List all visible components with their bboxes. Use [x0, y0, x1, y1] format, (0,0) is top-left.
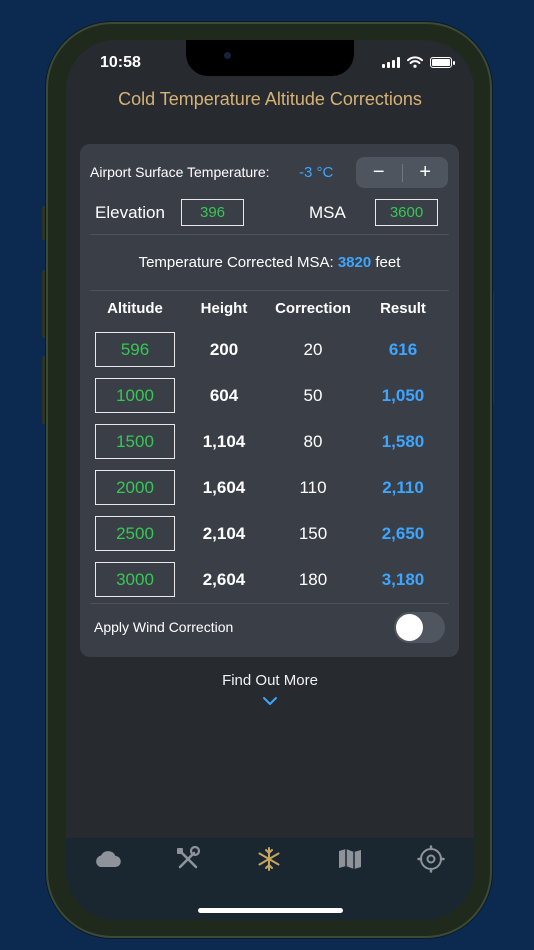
table-row: 2000 1,604 110 2,110 — [80, 470, 459, 505]
height-cell: 1,604 — [202, 478, 246, 497]
wifi-icon — [407, 56, 423, 68]
camera-notch — [186, 40, 354, 76]
battery-icon — [430, 56, 455, 68]
cloud-icon — [96, 851, 121, 868]
chevron-down-icon[interactable] — [262, 695, 278, 707]
find-out-more-link[interactable]: Find Out More — [66, 672, 474, 689]
column-header-height: Height — [200, 300, 248, 317]
corrected-msa-value: 3820 — [337, 254, 372, 271]
snowflake-icon — [258, 847, 280, 871]
cellular-signal-icon — [382, 56, 400, 68]
divider — [90, 234, 449, 235]
tab-weather[interactable] — [87, 842, 127, 876]
table-row: 1000 604 50 1,050 — [80, 378, 459, 413]
elevation-label: Elevation — [95, 203, 165, 222]
result-cell: 3,180 — [381, 570, 425, 589]
altitude-input[interactable]: 596 — [95, 332, 175, 367]
table-row: 2500 2,104 150 2,650 — [80, 516, 459, 551]
increment-button[interactable]: + — [403, 157, 449, 188]
page-title: Cold Temperature Altitude Corrections — [118, 89, 422, 109]
settings-gear-icon — [417, 845, 445, 873]
tab-settings[interactable] — [411, 842, 451, 876]
column-header-correction: Correction — [275, 300, 351, 317]
altitude-input[interactable]: 2000 — [95, 470, 175, 505]
tab-cold-temperature[interactable] — [249, 842, 289, 876]
status-icons — [382, 56, 455, 68]
altitude-input[interactable]: 1500 — [95, 424, 175, 459]
result-cell: 616 — [388, 340, 418, 359]
calculator-card: Airport Surface Temperature: -3 °C − + E… — [80, 144, 459, 657]
height-cell: 1,104 — [202, 432, 246, 451]
altitude-input[interactable]: 3000 — [95, 562, 175, 597]
altitude-input[interactable]: 2500 — [95, 516, 175, 551]
divider — [90, 290, 449, 291]
wind-correction-toggle[interactable] — [394, 612, 445, 643]
table-row: 3000 2,604 180 3,180 — [80, 562, 459, 597]
correction-cell: 80 — [303, 432, 323, 451]
decrement-button[interactable]: − — [356, 157, 402, 188]
corrected-msa-unit: feet — [375, 254, 401, 271]
result-cell: 2,650 — [381, 524, 425, 543]
correction-cell: 150 — [298, 524, 328, 543]
correction-cell: 50 — [303, 386, 323, 405]
correction-cell: 20 — [303, 340, 323, 359]
elevation-input[interactable]: 396 — [181, 199, 244, 226]
table-row: 1500 1,104 80 1,580 — [80, 424, 459, 459]
tools-icon — [177, 845, 201, 869]
tab-map[interactable] — [330, 842, 370, 876]
correction-cell: 110 — [299, 478, 327, 497]
result-cell: 1,580 — [381, 432, 425, 451]
temperature-value: -3 °C — [299, 164, 334, 181]
altitude-input[interactable]: 1000 — [95, 378, 175, 413]
table-row: 596 200 20 616 — [80, 332, 459, 367]
height-cell: 200 — [209, 340, 239, 359]
result-cell: 2,110 — [382, 478, 424, 497]
msa-input[interactable]: 3600 — [375, 199, 438, 226]
corrected-msa-label: Temperature Corrected MSA: — [138, 254, 334, 271]
height-cell: 2,604 — [202, 570, 246, 589]
corrected-msa: Temperature Corrected MSA: 3820 feet — [80, 254, 459, 271]
height-cell: 2,104 — [202, 524, 246, 543]
wind-correction-label: Apply Wind Correction — [94, 619, 234, 635]
map-icon — [339, 849, 361, 869]
status-time: 10:58 — [100, 54, 141, 71]
tab-tools[interactable] — [168, 842, 208, 876]
correction-cell: 180 — [298, 570, 328, 589]
column-header-result: Result — [380, 300, 426, 317]
height-cell: 604 — [209, 386, 239, 405]
app-screen: 10:58 Cold Temperature Altitude Correcti… — [66, 40, 474, 920]
result-cell: 1,050 — [381, 386, 425, 405]
front-camera — [224, 52, 231, 59]
msa-label: MSA — [309, 203, 346, 222]
toggle-knob — [396, 614, 423, 641]
divider — [90, 603, 449, 604]
temperature-stepper: − + — [356, 157, 448, 188]
temperature-label: Airport Surface Temperature: — [90, 164, 270, 180]
column-header-altitude: Altitude — [107, 300, 163, 317]
home-indicator[interactable] — [198, 908, 343, 913]
